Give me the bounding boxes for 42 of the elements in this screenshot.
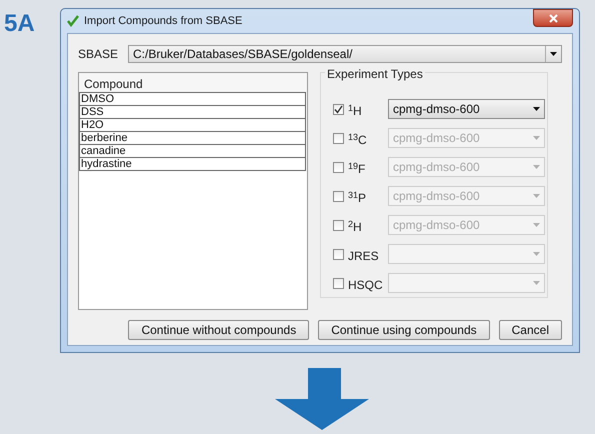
check-icon xyxy=(334,104,343,114)
nucleus-label: $^{1}$H xyxy=(348,102,363,120)
checkbox[interactable] xyxy=(333,104,344,114)
list-item[interactable]: hydrastine xyxy=(79,157,306,171)
caret-icon xyxy=(533,252,540,256)
caret-icon xyxy=(533,223,540,227)
caret-icon xyxy=(533,136,540,140)
experiment-dropdown[interactable]: cpmg-dmso-600 xyxy=(388,99,545,119)
nucleus-label: $^{13}$C xyxy=(348,130,368,149)
caret-icon xyxy=(533,107,540,111)
list-item[interactable]: DMSO xyxy=(79,92,306,106)
checkbox[interactable] xyxy=(333,248,344,260)
dialog-button[interactable]: Continue without compounds xyxy=(128,320,310,340)
caret-icon xyxy=(533,281,540,285)
close-button[interactable] xyxy=(533,9,573,27)
caret-icon xyxy=(533,194,540,198)
close-icon xyxy=(548,14,558,22)
list-item[interactable]: canadine xyxy=(79,144,306,158)
caret-icon xyxy=(550,52,557,56)
checkbox[interactable] xyxy=(333,278,344,288)
sbase-label: SBASE xyxy=(78,46,120,63)
nucleus-label: JRES xyxy=(348,248,380,265)
list-item[interactable]: berberine xyxy=(79,131,306,145)
sbase-dropdown[interactable]: C:/Bruker/Databases/SBASE/goldenseal/ xyxy=(128,45,562,63)
checkbox[interactable] xyxy=(333,162,344,172)
checkbox[interactable] xyxy=(333,132,344,144)
nucleus-label: HSQC xyxy=(348,277,384,294)
down-arrow-icon xyxy=(275,368,369,430)
check-icon xyxy=(67,15,79,27)
list-item[interactable]: DSS xyxy=(79,105,306,119)
figure-label: 5A xyxy=(4,9,35,39)
nucleus-label: $^{19}$F xyxy=(348,160,366,178)
nucleus-label: $^{2}$H xyxy=(348,218,363,236)
list-item[interactable]: H2O xyxy=(79,118,306,132)
caret-icon xyxy=(533,165,540,169)
window-title: Import Compounds from SBASE xyxy=(84,14,242,29)
checkbox[interactable] xyxy=(333,220,344,230)
checkbox[interactable] xyxy=(333,190,344,202)
column-header: Compound xyxy=(79,73,307,93)
dialog-button[interactable]: Cancel xyxy=(498,320,562,340)
nucleus-label: $^{31}$P xyxy=(348,188,368,207)
dialog-button[interactable]: Continue using compounds xyxy=(318,320,490,340)
